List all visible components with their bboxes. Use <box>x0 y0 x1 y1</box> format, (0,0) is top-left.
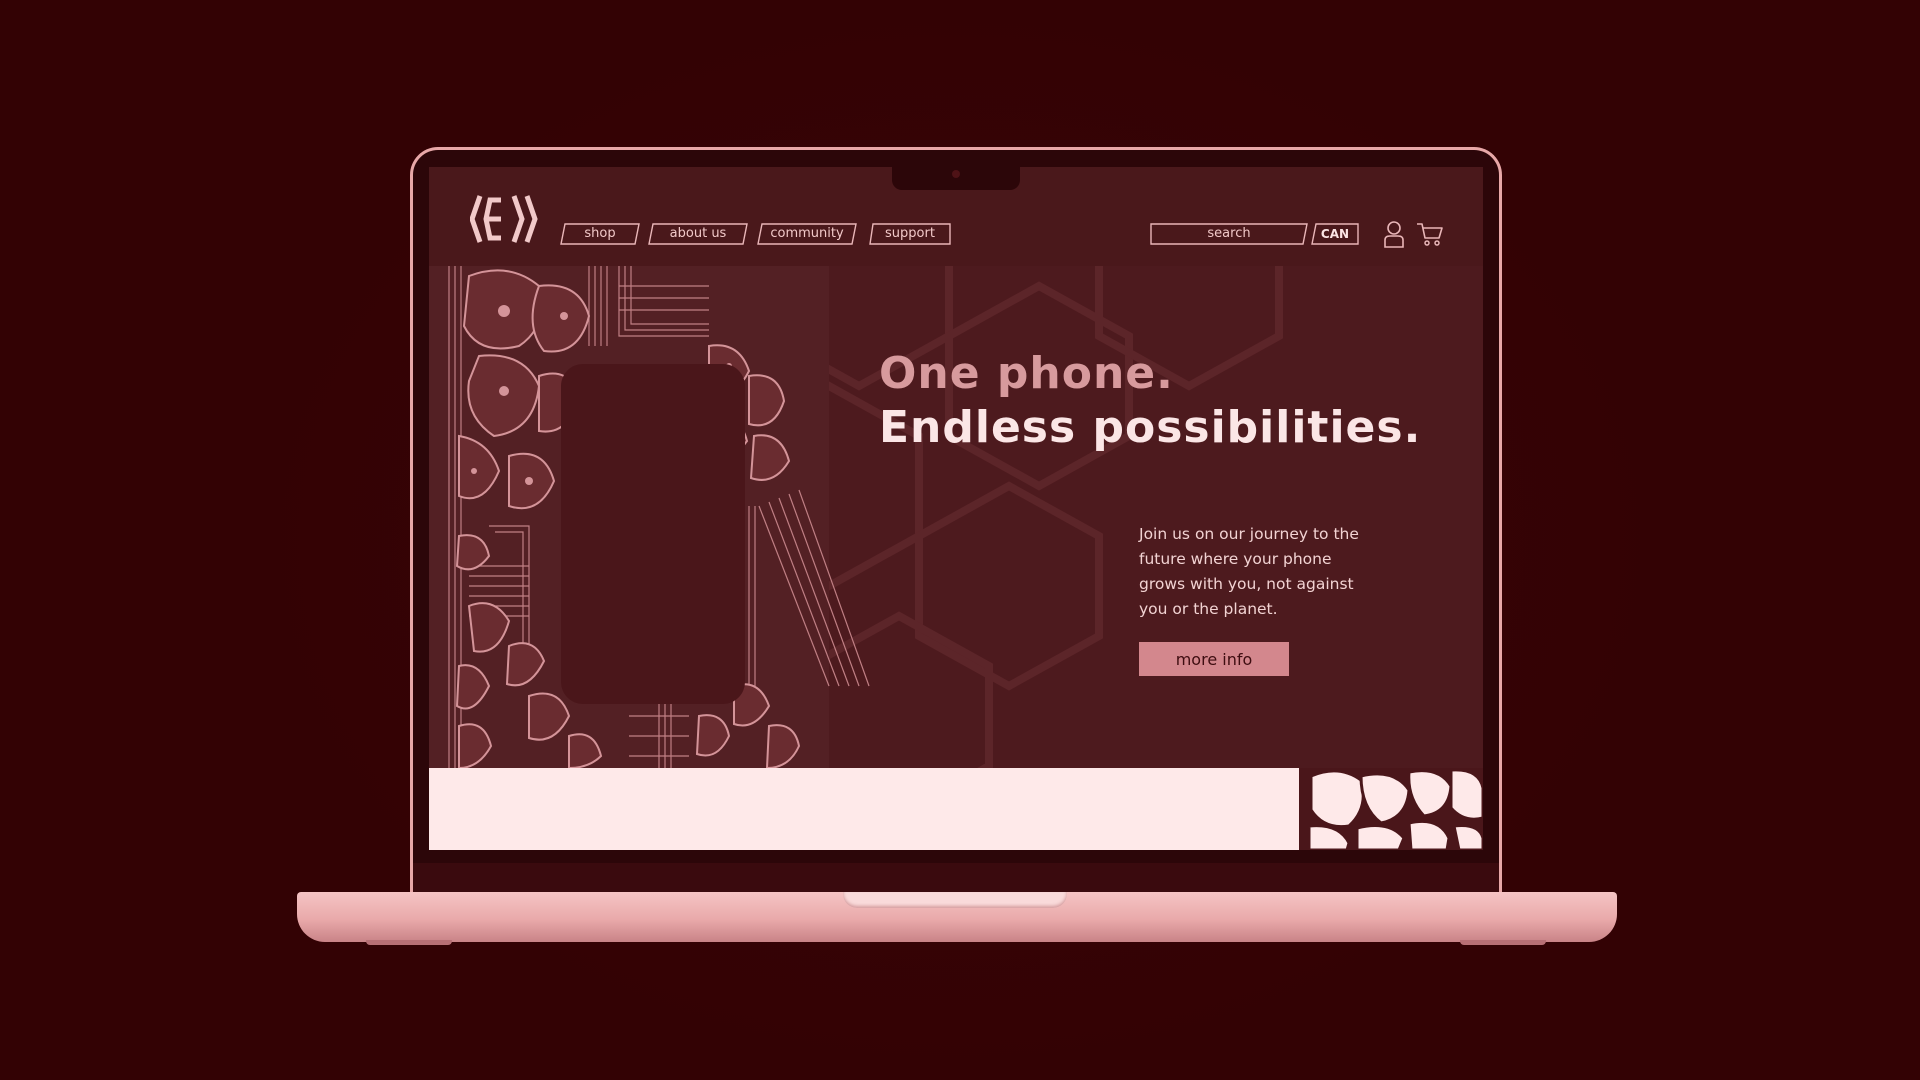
laptop-bezel <box>413 863 1499 893</box>
nav-shop[interactable]: shop <box>560 223 640 245</box>
more-info-button[interactable]: more info <box>1139 642 1289 676</box>
webcam <box>952 170 960 178</box>
nav-community-label: community <box>770 226 844 241</box>
cell-pattern-graphic <box>1307 768 1483 850</box>
cart-button[interactable] <box>1416 220 1444 252</box>
nav-about-us[interactable]: about us <box>648 223 748 245</box>
account-button[interactable] <box>1382 220 1406 252</box>
cart-icon <box>1417 223 1443 246</box>
currency-selector[interactable]: CAN <box>1311 223 1359 245</box>
site-logo[interactable] <box>469 194 538 248</box>
user-icon <box>1384 221 1404 248</box>
hero-headline-line1: One phone. <box>879 348 1174 399</box>
website-screen: shop about us community support search C… <box>429 167 1483 850</box>
nav-community[interactable]: community <box>757 223 857 245</box>
hero-headline-line2: Endless possibilities. <box>879 402 1422 453</box>
bracket-e-logo-icon <box>469 195 538 243</box>
phone-silhouette <box>561 364 745 704</box>
content-band <box>429 768 1483 850</box>
hero-description: Join us on our journey to the future whe… <box>1139 525 1359 618</box>
search-input[interactable]: search <box>1150 223 1308 245</box>
nav-shop-label: shop <box>584 226 616 241</box>
currency-label: CAN <box>1320 227 1350 241</box>
laptop-opening-notch <box>843 892 1067 908</box>
laptop-foot-left <box>366 940 452 945</box>
hero-section: One phone. Endless possibilities. Join u… <box>429 266 1483 768</box>
nav-about-us-label: about us <box>669 226 727 241</box>
laptop-foot-right <box>1460 940 1546 945</box>
search-placeholder: search <box>1207 226 1251 241</box>
nav-support[interactable]: support <box>869 223 951 245</box>
cell-pattern-thumbnail <box>1299 768 1483 850</box>
nav-support-label: support <box>885 226 935 241</box>
